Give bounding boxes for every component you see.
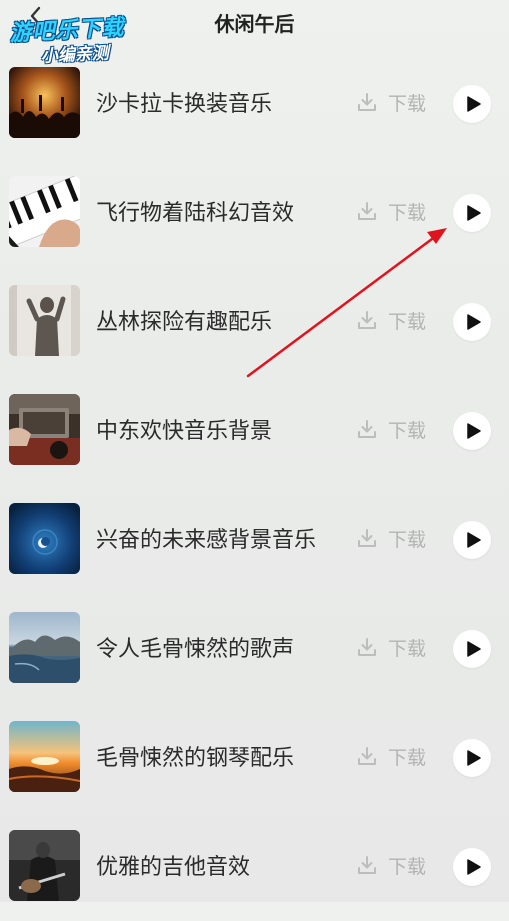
download-label: 下载 — [388, 419, 427, 442]
track-thumbnail[interactable] — [9, 830, 80, 901]
track-row[interactable]: 沙卡拉卡换装音乐 下载 — [0, 50, 509, 158]
track-thumbnail[interactable] — [9, 721, 80, 792]
track-thumbnail[interactable] — [9, 394, 80, 465]
download-button[interactable]: 下载 — [356, 197, 426, 225]
track-row[interactable]: 兴奋的未来感背景音乐 下载 — [0, 486, 509, 594]
track-title[interactable]: 兴奋的未来感背景音乐 — [96, 522, 346, 554]
download-label: 下载 — [388, 637, 427, 660]
download-label: 下载 — [388, 201, 427, 224]
download-icon — [358, 638, 376, 656]
track-thumbnail[interactable] — [9, 285, 80, 356]
track-row[interactable]: 中东欢快音乐背景 下载 — [0, 377, 509, 485]
play-icon — [466, 205, 481, 221]
play-icon — [466, 750, 481, 766]
play-button[interactable] — [453, 194, 491, 232]
play-icon — [466, 859, 481, 875]
download-icon — [358, 420, 376, 438]
download-button[interactable]: 下载 — [356, 851, 426, 879]
track-title[interactable]: 毛骨悚然的钢琴配乐 — [96, 740, 346, 772]
track-thumbnail[interactable] — [9, 176, 80, 247]
track-row[interactable]: 飞行物着陆科幻音效 下载 — [0, 159, 509, 267]
download-icon — [358, 529, 376, 547]
track-title[interactable]: 丛林探险有趣配乐 — [96, 304, 346, 336]
play-icon — [466, 314, 481, 330]
track-thumbnail[interactable] — [9, 503, 80, 574]
play-button[interactable] — [453, 303, 491, 341]
download-label: 下载 — [388, 92, 427, 115]
play-button[interactable] — [453, 85, 491, 123]
download-button[interactable]: 下载 — [356, 742, 426, 770]
download-button[interactable]: 下载 — [356, 306, 426, 334]
download-icon — [358, 747, 376, 765]
download-button[interactable]: 下载 — [356, 524, 426, 552]
track-thumbnail[interactable] — [9, 612, 80, 683]
download-button[interactable]: 下载 — [356, 633, 426, 661]
track-title[interactable]: 飞行物着陆科幻音效 — [96, 195, 346, 227]
download-button[interactable]: 下载 — [356, 88, 426, 116]
play-button[interactable] — [453, 412, 491, 450]
play-icon — [466, 96, 481, 112]
download-label: 下载 — [388, 746, 427, 769]
download-icon — [358, 856, 376, 874]
track-row[interactable]: 丛林探险有趣配乐 下载 — [0, 268, 509, 376]
download-icon — [358, 311, 376, 329]
track-row[interactable]: 毛骨悚然的钢琴配乐 下载 — [0, 704, 509, 812]
play-button[interactable] — [453, 848, 491, 886]
download-label: 下载 — [388, 528, 427, 551]
track-title[interactable]: 沙卡拉卡换装音乐 — [96, 86, 346, 118]
track-row[interactable]: 优雅的吉他音效 下载 — [0, 813, 509, 921]
play-button[interactable] — [453, 630, 491, 668]
track-title[interactable]: 中东欢快音乐背景 — [96, 413, 346, 445]
track-thumbnail[interactable] — [9, 67, 80, 138]
download-button[interactable]: 下载 — [356, 415, 426, 443]
play-button[interactable] — [453, 521, 491, 559]
download-label: 下载 — [388, 855, 427, 878]
play-icon — [466, 532, 481, 548]
track-title[interactable]: 令人毛骨悚然的歌声 — [96, 631, 346, 663]
track-row[interactable]: 令人毛骨悚然的歌声 下载 — [0, 595, 509, 703]
track-title[interactable]: 优雅的吉他音效 — [96, 849, 346, 881]
download-icon — [358, 202, 376, 220]
play-icon — [466, 641, 481, 657]
play-icon — [466, 423, 481, 439]
download-icon — [358, 93, 376, 111]
download-label: 下载 — [388, 310, 427, 333]
play-button[interactable] — [453, 739, 491, 777]
